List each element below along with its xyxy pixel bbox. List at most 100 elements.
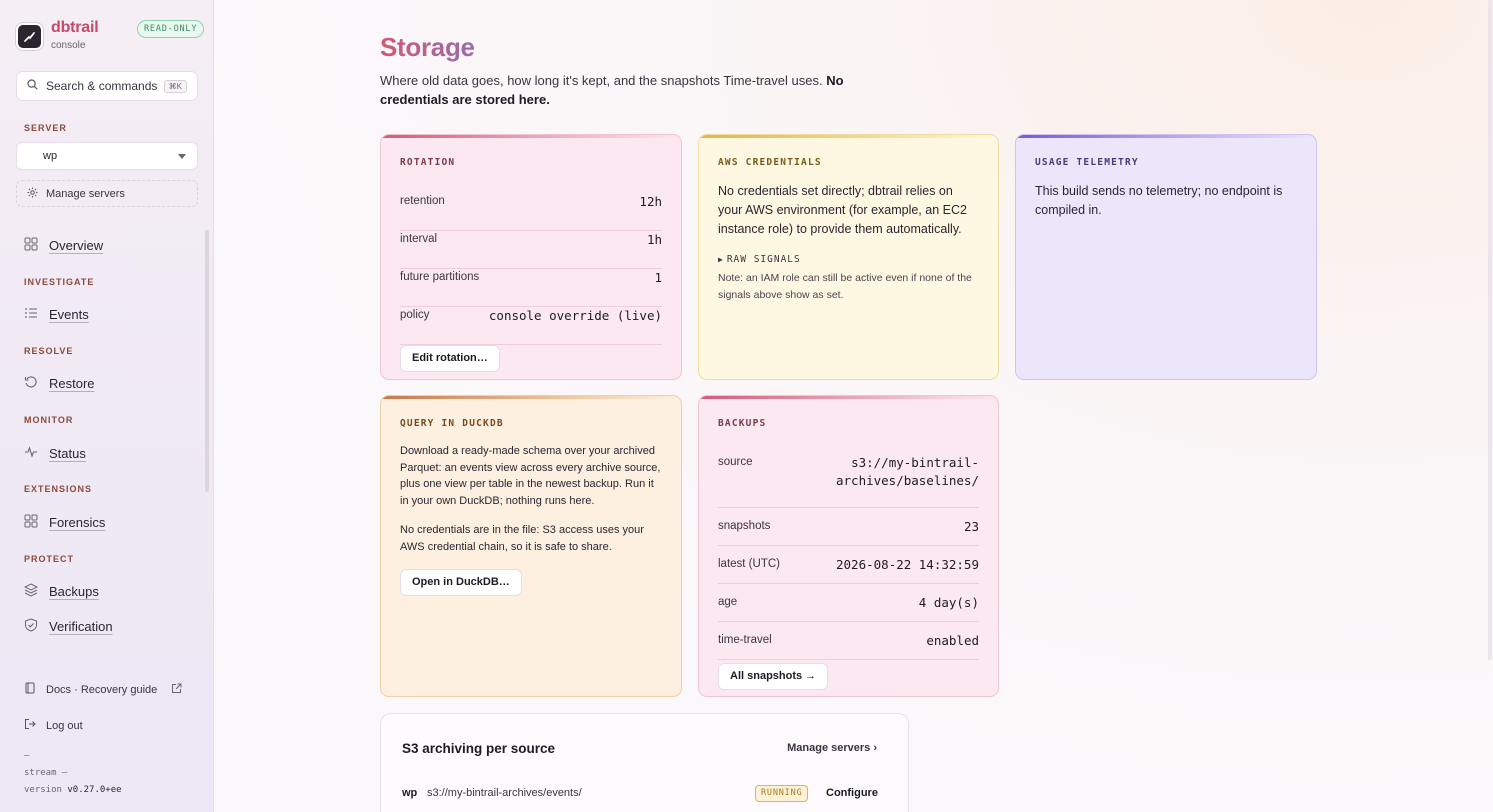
external-link-icon <box>171 683 182 697</box>
s3-status-badge: RUNNING <box>755 785 809 802</box>
server-select[interactable]: wp <box>16 142 198 170</box>
sidebar-item-label: Overview <box>49 238 104 253</box>
aws-credentials-card: AWS CREDENTIALS No credentials set direc… <box>698 134 999 380</box>
backups-row-latest: latest (UTC) 2026-08-22 14:32:59 <box>718 546 979 584</box>
investigate-section-label: INVESTIGATE <box>24 277 95 287</box>
backups-key: time-travel <box>718 634 772 646</box>
rotation-value: 1h <box>646 232 662 247</box>
docs-recovery-guide-link[interactable]: Docs · Recovery guide <box>24 682 182 697</box>
sidebar-item-label: Backups <box>49 584 99 599</box>
resolve-section-label: RESOLVE <box>24 346 74 356</box>
version-info: version v0.27.0+ee <box>24 785 122 795</box>
search-icon <box>27 79 38 93</box>
shield-check-icon <box>24 618 38 635</box>
backups-value: 4 day(s) <box>918 595 979 610</box>
brand-subtitle: console <box>51 40 86 51</box>
sidebar-item-overview[interactable]: Overview <box>24 237 103 254</box>
usage-telemetry-text: This build sends no telemetry; no endpoi… <box>1035 184 1283 217</box>
triangle-right-icon: ▶ <box>718 255 724 264</box>
chevron-down-icon <box>178 154 186 159</box>
edit-rotation-button[interactable]: Edit rotation… <box>400 345 500 372</box>
backups-row-time-travel: time-travel enabled <box>718 622 979 660</box>
main-scrollbar[interactable] <box>1488 0 1492 660</box>
backups-value: 2026-08-22 14:32:59 <box>836 557 979 572</box>
brand-name: dbtrail <box>51 19 99 36</box>
version-value: v0.27.0+ee <box>67 785 122 795</box>
usage-telemetry-card: USAGE TELEMETRY This build sends no tele… <box>1015 134 1317 380</box>
extensions-section-label: EXTENSIONS <box>24 484 93 494</box>
server-section-label: SERVER <box>24 123 67 133</box>
s3-archiving-title: S3 archiving per source <box>402 741 556 756</box>
sidebar-item-status[interactable]: Status <box>24 445 86 462</box>
server-select-value: wp <box>43 150 58 162</box>
aws-credentials-card-label: AWS CREDENTIALS <box>718 157 822 168</box>
page-title: Storage <box>380 32 475 62</box>
backups-card-label: BACKUPS <box>718 418 767 429</box>
aws-credentials-note: Note: an IAM role can still be active ev… <box>718 272 972 301</box>
s3-configure-button[interactable]: Configure <box>826 787 878 799</box>
backups-row-source: source s3://my-bintrail-archives/baselin… <box>718 452 979 508</box>
sidebar-item-verification[interactable]: Verification <box>24 618 113 635</box>
rotation-value: 12h <box>639 194 662 209</box>
restore-icon <box>24 375 38 392</box>
backups-value: 23 <box>963 519 979 534</box>
backups-card: BACKUPS source s3://my-bintrail-archives… <box>698 395 999 697</box>
manage-servers-label: Manage servers <box>46 187 125 200</box>
rotation-row-interval: interval 1h <box>400 231 662 269</box>
docs-link-label: Docs · Recovery guide <box>46 683 158 696</box>
raw-signals-label: RAW SIGNALS <box>726 254 801 265</box>
sidebar-item-events[interactable]: Events <box>24 306 89 323</box>
backups-key: age <box>718 596 738 608</box>
backups-value: s3://my-bintrail-archives/baselines/ <box>836 455 979 488</box>
raw-signals-toggle[interactable]: ▶ RAW SIGNALS <box>718 254 979 265</box>
s3-archiving-card: S3 archiving per source Manage servers ›… <box>380 713 909 812</box>
pulse-icon <box>24 445 38 462</box>
sidebar-scrollbar[interactable] <box>205 230 209 492</box>
backups-row-snapshots: snapshots 23 <box>718 508 979 546</box>
rotation-key: policy <box>400 309 430 321</box>
backups-row-age: age 4 day(s) <box>718 584 979 622</box>
page-description-text: Where old data goes, how long it's kept,… <box>380 73 823 88</box>
s3-manage-servers-link[interactable]: Manage servers › <box>787 742 877 754</box>
sidebar-item-backups[interactable]: Backups <box>23 583 99 600</box>
backups-key: snapshots <box>718 520 771 532</box>
log-out-icon <box>24 718 36 733</box>
sidebar-item-forensics[interactable]: Forensics <box>24 514 105 531</box>
protect-section-label: PROTECT <box>24 554 75 564</box>
sidebar-item-restore[interactable]: Restore <box>24 375 95 392</box>
sidebar-item-label: Status <box>49 446 86 461</box>
all-snapshots-button[interactable]: All snapshots → <box>718 663 829 690</box>
sidebar-item-label: Restore <box>49 376 95 391</box>
monitor-section-label: MONITOR <box>24 415 74 425</box>
layers-icon <box>23 583 39 600</box>
rotation-card-label: ROTATION <box>400 157 456 168</box>
manage-servers-button[interactable]: Manage servers <box>16 180 198 207</box>
stream-info: stream — <box>24 768 68 778</box>
log-out-button[interactable]: Log out <box>24 718 83 733</box>
rotation-value: 1 <box>654 270 662 285</box>
sidebar-item-label: Verification <box>49 619 113 634</box>
rotation-key: future partitions <box>400 271 480 283</box>
rotation-row-policy: policy console override (live) <box>400 307 662 345</box>
query-duckdb-text-2: No credentials are in the file: S3 acces… <box>400 524 644 553</box>
rotation-row-future-partitions: future partitions 1 <box>400 269 662 307</box>
backups-key: latest (UTC) <box>718 558 780 570</box>
grid-icon <box>24 237 38 254</box>
s3-source-path: s3://my-bintrail-archives/events/ <box>427 787 582 799</box>
search-shortcut: ⌘K <box>163 79 187 93</box>
sidebar-item-label: Forensics <box>49 515 106 530</box>
rotation-row-retention: retention 12h <box>400 193 662 231</box>
log-out-label: Log out <box>46 719 83 732</box>
version-label: version <box>24 785 62 795</box>
search-commands-button[interactable]: Search & commands ⌘K <box>16 71 198 101</box>
rotation-card: ROTATION retention 12h interval 1h futur… <box>380 134 682 380</box>
backups-value: enabled <box>926 633 979 648</box>
open-in-duckdb-button[interactable]: Open in DuckDB… <box>400 569 522 596</box>
rotation-key: retention <box>400 195 445 207</box>
query-duckdb-text-1: Download a ready-made schema over your a… <box>400 445 661 507</box>
brand[interactable]: dbtrail console <box>16 20 99 51</box>
read-only-badge: READ-ONLY <box>137 20 205 38</box>
sidebar: dbtrail console READ-ONLY Search & comma… <box>0 0 214 812</box>
s3-source-name: wp <box>402 787 418 799</box>
meta-dash: – <box>24 751 30 761</box>
